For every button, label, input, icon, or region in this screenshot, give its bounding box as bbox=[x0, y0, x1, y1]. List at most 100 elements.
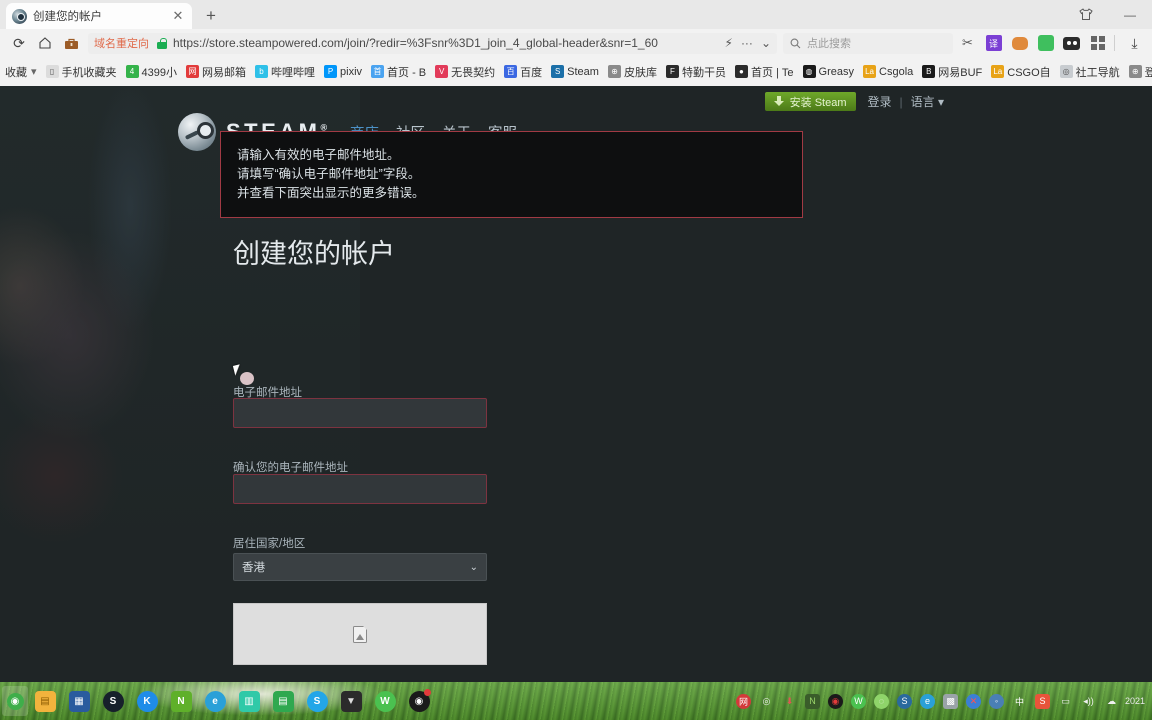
4399-icon: 4 bbox=[125, 65, 139, 78]
chevron-down-icon[interactable]: ▾ bbox=[31, 65, 37, 78]
valorant-icon: V bbox=[435, 65, 449, 78]
bookmark-item[interactable]: ● 首页 | Te bbox=[734, 64, 794, 80]
faceit-icon[interactable]: ▼ bbox=[336, 685, 366, 717]
bookmark-item[interactable]: S Steam bbox=[551, 65, 599, 78]
note-icon[interactable] bbox=[1034, 32, 1057, 54]
bookmark-label: 首页 | Te bbox=[750, 66, 794, 79]
notification-badge bbox=[424, 689, 431, 696]
close-x-icon[interactable]: ✕ bbox=[962, 686, 985, 716]
steam-icon[interactable]: S bbox=[98, 685, 128, 717]
nvidia-icon[interactable]: N bbox=[166, 685, 196, 717]
bookmark-item[interactable]: B 网易BUF bbox=[922, 64, 982, 80]
start-button[interactable]: ◉ bbox=[2, 686, 28, 716]
broken-image-icon bbox=[353, 625, 368, 643]
bookmark-item[interactable]: Ppixiv bbox=[324, 65, 362, 78]
bookmark-item[interactable]: ⊕ 登 bbox=[1128, 64, 1152, 80]
login-link[interactable]: 登录 bbox=[868, 93, 892, 110]
translate-icon[interactable]: 译 bbox=[982, 32, 1005, 54]
bookmark-folder-label: 收藏 bbox=[5, 66, 27, 79]
display-icon[interactable]: ▭ bbox=[1054, 686, 1077, 716]
close-icon[interactable]: ✕ bbox=[170, 8, 186, 24]
bookmark-label: 4399小 bbox=[141, 66, 178, 79]
search-input[interactable]: 点此搜索 bbox=[783, 32, 953, 54]
chevron-down-icon[interactable]: ⌄ bbox=[761, 36, 771, 50]
settings-icon[interactable]: ◎ bbox=[755, 686, 778, 716]
taskbar-clock[interactable]: 2021 bbox=[1125, 696, 1145, 707]
volume-icon[interactable]: ◂)) bbox=[1077, 686, 1100, 716]
file-explorer-icon[interactable]: ▤ bbox=[30, 685, 60, 717]
home-b-icon: 首 bbox=[371, 65, 385, 78]
cloud-icon[interactable]: ☁ bbox=[1100, 686, 1123, 716]
wechat-tray-icon[interactable]: W bbox=[847, 686, 870, 716]
bookmark-item[interactable]: ◎ 社工导航 bbox=[1059, 64, 1120, 80]
kugou-icon[interactable]: K bbox=[132, 685, 162, 717]
qq-green-icon[interactable]: ◌ bbox=[870, 686, 893, 716]
bookmark-item[interactable]: ◍ Greasy bbox=[802, 65, 854, 78]
bookmark-item[interactable]: ⊕ 皮肤库 bbox=[607, 64, 657, 80]
email-field[interactable] bbox=[233, 398, 487, 428]
minimize-button[interactable]: — bbox=[1108, 0, 1152, 29]
country-selected-value: 香港 bbox=[242, 562, 265, 574]
obs-tray-icon[interactable]: ◉ bbox=[824, 686, 847, 716]
microsoft-store-icon[interactable]: ▦ bbox=[64, 685, 94, 717]
pin-icon[interactable]: ◦ bbox=[985, 686, 1008, 716]
bookmark-item[interactable]: 4 4399小 bbox=[125, 64, 178, 80]
bookmark-item[interactable]: V 无畏契约 bbox=[435, 64, 495, 80]
gamepad-icon[interactable] bbox=[1008, 32, 1031, 54]
bookmark-item[interactable]: 首首页 - B bbox=[371, 64, 426, 80]
csgola-icon: La bbox=[863, 65, 877, 78]
excel-icon[interactable]: ▤ bbox=[268, 685, 298, 717]
steam-icon bbox=[12, 8, 27, 24]
edge-tray-icon[interactable]: e bbox=[916, 686, 939, 716]
bookmark-item[interactable]: F 特勤干员 bbox=[665, 64, 726, 80]
address-bar[interactable]: 域名重定向 https://store.steampowered.com/joi… bbox=[88, 32, 777, 54]
email-confirm-field[interactable] bbox=[233, 474, 487, 504]
lightning-icon[interactable]: ⚡ bbox=[725, 36, 733, 50]
more-options-icon[interactable]: ··· bbox=[741, 36, 753, 50]
steam-tray-icon[interactable]: S bbox=[893, 686, 916, 716]
bookmark-item[interactable]: 百百度 bbox=[504, 64, 542, 80]
country-select[interactable]: 香港 ⌄ bbox=[233, 553, 487, 581]
new-tab-button[interactable]: + bbox=[200, 5, 222, 27]
wechat-icon[interactable]: W bbox=[370, 685, 400, 717]
bookmark-item[interactable]: La Csgola bbox=[863, 65, 913, 78]
home-button[interactable] bbox=[32, 31, 58, 55]
header-divider: | bbox=[899, 94, 903, 109]
country-label: 居住国家/地区 bbox=[233, 538, 306, 550]
toolbox-button[interactable] bbox=[58, 31, 84, 55]
reload-button[interactable]: ⟳ bbox=[6, 31, 32, 55]
ime-icon[interactable]: 中 bbox=[1008, 686, 1031, 716]
office-icon[interactable]: ▥ bbox=[234, 685, 264, 717]
bookmark-item[interactable]: b 哔哩哔哩 bbox=[255, 64, 315, 80]
panda-icon[interactable] bbox=[1060, 32, 1083, 54]
bookmark-item[interactable]: 网网易邮箱 bbox=[186, 64, 246, 80]
browser-tab[interactable]: 创建您的帐户 ✕ bbox=[6, 3, 192, 29]
download-icon[interactable]: ⤓ bbox=[1123, 32, 1146, 54]
install-steam-button[interactable]: 安装 Steam bbox=[764, 92, 856, 111]
app-red-icon[interactable]: 网 bbox=[732, 686, 755, 716]
sogou-icon[interactable]: S bbox=[1031, 686, 1054, 716]
obs-icon[interactable]: ◉ bbox=[404, 685, 434, 717]
bilibili-icon: b bbox=[255, 65, 269, 78]
social-nav-icon: ◎ bbox=[1059, 65, 1073, 78]
ie-icon[interactable]: e bbox=[200, 685, 230, 717]
app-gray-icon[interactable]: ▩ bbox=[939, 686, 962, 716]
globe-icon: ⊕ bbox=[1128, 65, 1142, 78]
page-title: 创建您的帐户 bbox=[233, 239, 395, 269]
bookmark-item[interactable]: ▯ 手机收藏夹 bbox=[45, 64, 117, 80]
bookmark-label: 手机收藏夹 bbox=[61, 66, 117, 79]
bookmark-folder-root[interactable]: 收藏 ▾ bbox=[5, 64, 37, 80]
nvidia-tray-icon[interactable]: N bbox=[801, 686, 824, 716]
apps-grid-icon[interactable] bbox=[1086, 32, 1109, 54]
lock-icon bbox=[157, 37, 167, 49]
bookmark-label: 社工导航 bbox=[1075, 66, 1120, 79]
scissors-icon[interactable]: ✂ bbox=[956, 32, 979, 54]
toolbar-divider bbox=[1114, 35, 1115, 51]
bookmark-item[interactable]: La CSGO自 bbox=[991, 64, 1051, 80]
skin-icon[interactable] bbox=[1064, 0, 1108, 29]
download-arrow-icon[interactable]: ⬇ bbox=[778, 686, 801, 716]
language-menu[interactable]: 语言 ▾ bbox=[911, 93, 944, 110]
bookmark-label: Csgola bbox=[879, 65, 914, 78]
skype-icon[interactable]: S bbox=[302, 685, 332, 717]
captcha-widget[interactable] bbox=[233, 603, 487, 665]
